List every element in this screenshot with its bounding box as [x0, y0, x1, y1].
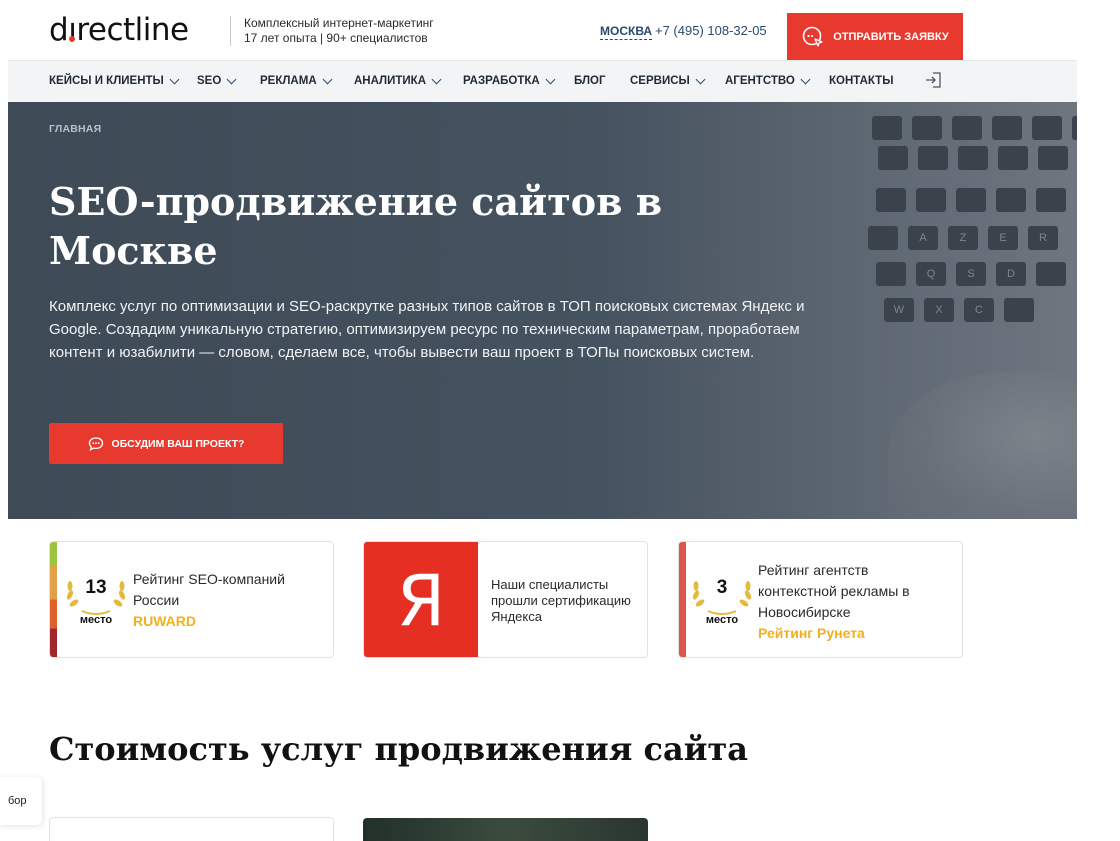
place-number: 3: [716, 577, 728, 598]
rating-description: Рейтинг SEO-компаний России RUWARD: [133, 569, 285, 632]
tagline: Комплексный интернет-маркетинг 17 лет оп…: [230, 16, 434, 46]
chevron-down-icon: [431, 74, 442, 84]
place-word: место: [79, 614, 113, 626]
yandex-certification-card[interactable]: Я Наши специалисты прошли сертификацию Я…: [363, 541, 648, 658]
chevron-down-icon: [545, 74, 556, 84]
chevron-down-icon: [169, 74, 180, 84]
keyboard-key: [952, 116, 982, 140]
pricing-section-title: Стоимость услуг продвижения сайта: [49, 730, 749, 768]
rating-card-ruward[interactable]: 13 место Рейтинг SEO-компаний России RUW…: [49, 541, 334, 658]
keyboard-key: Q: [916, 262, 946, 286]
place-number: 13: [85, 577, 107, 598]
place-word: место: [705, 614, 739, 626]
logo-text-start: d: [49, 12, 69, 48]
tagline-line-1: Комплексный интернет-маркетинг: [244, 16, 434, 30]
certification-text: Наши специалисты прошли сертификацию Янд…: [491, 577, 631, 624]
page-title: SEO-продвижение сайтов в Москве: [49, 179, 663, 273]
rating-description: Рейтинг агентств контекстной рекламы в Н…: [758, 560, 910, 644]
stripe-decoration: [679, 542, 686, 657]
nav-item-agency[interactable]: АГЕНТСТВО: [725, 74, 811, 87]
nav-item-seo[interactable]: SEO: [197, 74, 237, 87]
chevron-down-icon: [695, 74, 706, 84]
side-widget-tab[interactable]: бор: [0, 777, 42, 825]
keyboard-key: [1038, 146, 1068, 170]
keyboard-key: [878, 146, 908, 170]
keyboard-key: [876, 262, 906, 286]
keyboard-key: X: [924, 298, 954, 322]
keyboard-key: [868, 226, 898, 250]
city-selector[interactable]: МОСКВА: [600, 24, 653, 40]
keyboard-key: Z: [948, 226, 978, 250]
logo-text-end: rectline: [76, 12, 189, 48]
keyboard-key: [1004, 298, 1034, 322]
nav-item-cases[interactable]: КЕЙСЫ И КЛИЕНТЫ: [49, 74, 180, 87]
nav-item-analytics[interactable]: АНАЛИТИКА: [354, 74, 442, 87]
breadcrumb[interactable]: ГЛАВНАЯ: [49, 123, 101, 135]
keyboard-key: [958, 146, 988, 170]
stripe-decoration: [50, 542, 57, 657]
yandex-logo: Я: [364, 542, 478, 657]
keyboard-key: [1072, 116, 1077, 140]
logo-i-mark: ı: [68, 12, 77, 48]
discuss-project-button[interactable]: ОБСУДИМ ВАШ ПРОЕКТ?: [49, 423, 283, 464]
keyboard-key: C: [964, 298, 994, 322]
main-nav: КЕЙСЫ И КЛИЕНТЫ SEO РЕКЛАМА АНАЛИТИКА РА…: [8, 60, 1077, 102]
tagline-line-2: 17 лет опыта | 90+ специалистов: [244, 31, 428, 45]
nav-item-contacts[interactable]: КОНТАКТЫ: [829, 75, 893, 87]
keyboard-key: [916, 188, 946, 212]
pricing-card[interactable]: [49, 817, 334, 841]
phone-link[interactable]: +7 (495) 108-32-05: [655, 24, 767, 38]
rating-source: RUWARD: [133, 613, 196, 629]
login-icon[interactable]: [924, 70, 944, 90]
keyboard-key: [996, 188, 1026, 212]
nav-item-services[interactable]: СЕРВИСЫ: [630, 74, 706, 87]
nav-item-ads[interactable]: РЕКЛАМА: [260, 74, 333, 87]
keyboard-key: D: [996, 262, 1026, 286]
keyboard-key: R: [1028, 226, 1058, 250]
send-request-label: ОТПРАВИТЬ ЗАЯВКУ: [833, 30, 949, 43]
keyboard-key: A: [908, 226, 938, 250]
rating-source: Рейтинг Рунета: [758, 625, 865, 641]
send-request-button[interactable]: ОТПРАВИТЬ ЗАЯВКУ: [787, 13, 963, 60]
keyboard-key: [956, 188, 986, 212]
site-header: dı rectline Комплексный интернет-маркетин…: [0, 0, 1120, 60]
chevron-down-icon: [800, 74, 811, 84]
chat-cursor-icon: [802, 26, 823, 47]
keyboard-key: [1036, 188, 1066, 212]
chevron-down-icon: [226, 74, 237, 84]
hero-description: Комплекс услуг по оптимизации и SEO-раск…: [49, 298, 805, 361]
nav-item-development[interactable]: РАЗРАБОТКА: [463, 74, 556, 87]
rating-card-runet[interactable]: 3 место Рейтинг агентств контекстной рек…: [678, 541, 963, 658]
keyboard-key: [912, 116, 942, 140]
keyboard-key: E: [988, 226, 1018, 250]
keyboard-key: [1036, 262, 1066, 286]
keyboard-key: W: [884, 298, 914, 322]
keyboard-key: [918, 146, 948, 170]
discuss-project-label: ОБСУДИМ ВАШ ПРОЕКТ?: [111, 437, 245, 450]
hero-section: AZER QSD WXC ГЛАВНАЯ SEO-продвижение сайто…: [8, 102, 1077, 519]
keyboard-key: [1032, 116, 1062, 140]
keyboard-key: [992, 116, 1022, 140]
pricing-card-image[interactable]: [363, 818, 648, 841]
keyboard-key: [876, 188, 906, 212]
logo[interactable]: dı rectline: [49, 13, 189, 47]
nav-item-blog[interactable]: БЛОГ: [574, 75, 606, 87]
chat-bubble-icon: [88, 436, 103, 451]
keyboard-key: S: [956, 262, 986, 286]
keyboard-key: [872, 116, 902, 140]
keyboard-key: [998, 146, 1028, 170]
chevron-down-icon: [322, 74, 333, 84]
